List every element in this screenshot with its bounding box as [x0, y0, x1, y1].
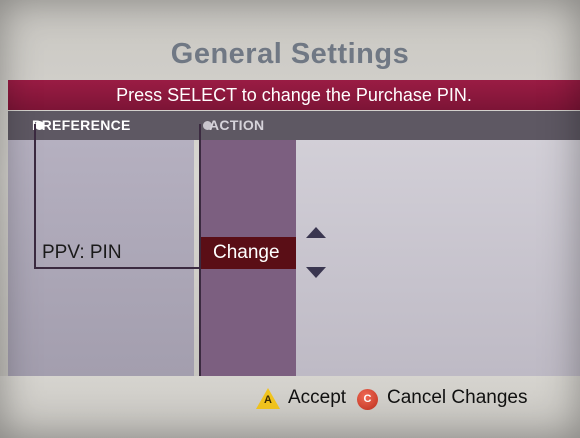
scroll-up-arrow-icon[interactable]	[306, 227, 326, 238]
scroll-area	[296, 140, 580, 376]
change-action-button[interactable]: Change	[201, 237, 296, 269]
cancel-circle-icon[interactable]: C	[357, 389, 378, 410]
column-header-row: PREFERENCE ACTION	[8, 111, 580, 140]
accept-key-letter: A	[264, 394, 272, 406]
accept-label[interactable]: Accept	[288, 387, 346, 409]
scroll-down-arrow-icon[interactable]	[306, 267, 326, 278]
settings-screen: General Settings Press SELECT to change …	[0, 0, 580, 438]
instruction-banner: Press SELECT to change the Purchase PIN.	[8, 80, 580, 110]
preference-row-connector-line	[34, 267, 200, 269]
action-column-header: ACTION	[209, 117, 265, 133]
preference-connector-line	[34, 124, 36, 269]
cancel-changes-label[interactable]: Cancel Changes	[387, 387, 527, 409]
page-title: General Settings	[170, 38, 410, 70]
preference-label-ppv-pin: PPV: PIN	[42, 242, 122, 263]
preference-column-header: PREFERENCE	[32, 117, 131, 133]
